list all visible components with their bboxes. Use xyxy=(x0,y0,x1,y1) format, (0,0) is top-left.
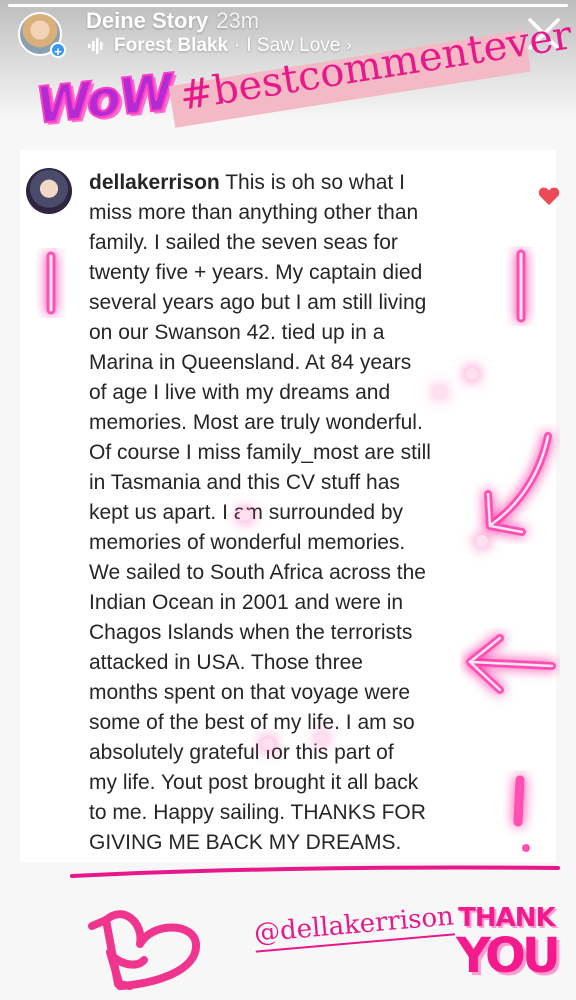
story-title: Deine Story xyxy=(86,8,209,33)
thank-you-sticker: THANK YOU xyxy=(456,904,561,984)
pink-underline-stroke xyxy=(70,865,560,878)
heart-doodle-icon xyxy=(88,910,200,990)
story-progress-bar xyxy=(8,4,568,7)
story-header[interactable]: Deine Story 23m xyxy=(86,8,259,34)
add-story-icon[interactable]: + xyxy=(50,42,66,59)
music-bars-icon xyxy=(88,38,103,54)
story-progress-fill xyxy=(8,4,568,7)
commenter-username: dellakerrison xyxy=(89,171,220,194)
you-text: YOU xyxy=(456,928,561,984)
commenter-avatar xyxy=(26,168,72,214)
comment-body: dellakerrison This is oh so what I miss … xyxy=(89,168,509,858)
story-avatar[interactable]: + xyxy=(18,12,66,60)
story-time: 23m xyxy=(216,8,260,33)
comment-text: This is oh so what I miss more than anyt… xyxy=(89,171,431,854)
heart-icon[interactable] xyxy=(538,186,560,206)
song-artist: Forest Blakk xyxy=(114,35,229,56)
song-separator: · xyxy=(234,35,241,56)
